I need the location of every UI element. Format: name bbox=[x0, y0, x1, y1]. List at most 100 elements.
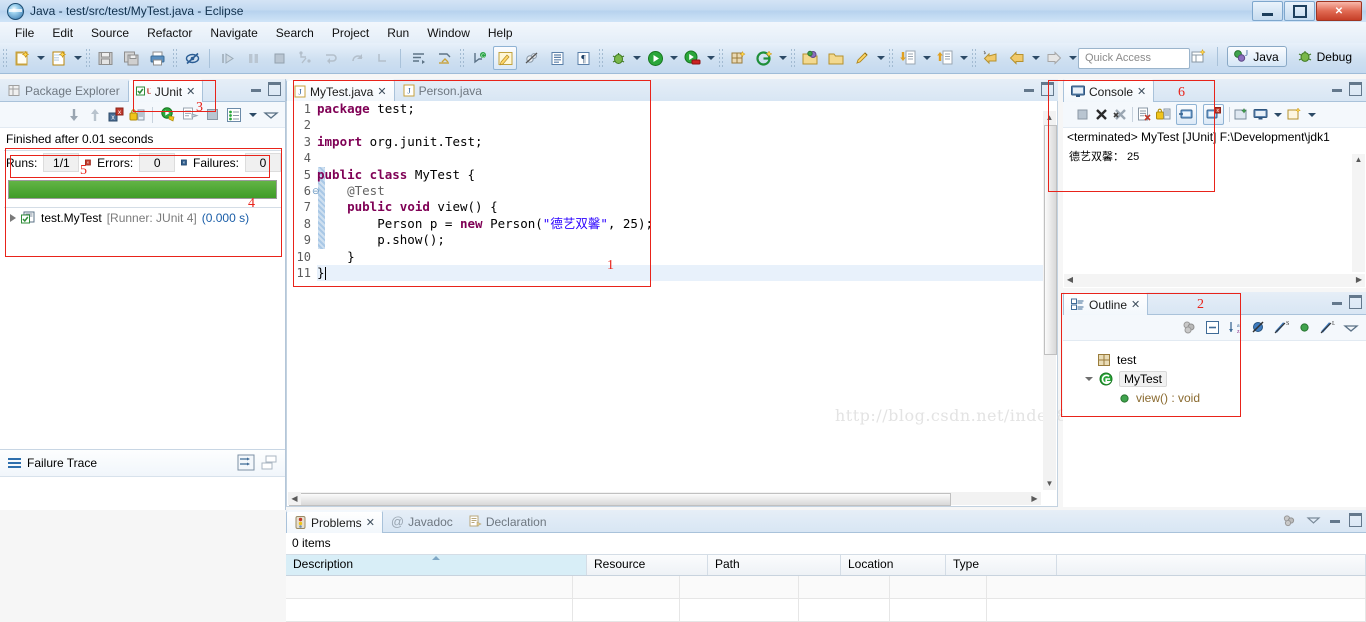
outline-minimize-icon[interactable] bbox=[1332, 299, 1342, 305]
toggle-block-selection-icon[interactable]: ¶ bbox=[571, 46, 595, 70]
save-all-icon[interactable] bbox=[119, 46, 143, 70]
step-into-icon[interactable] bbox=[293, 46, 317, 70]
skip-all-breakpoints-icon[interactable] bbox=[519, 46, 543, 70]
toolbar-grip-7[interactable] bbox=[790, 48, 795, 68]
editor-hscroll-thumb[interactable] bbox=[289, 493, 951, 506]
tab-problems[interactable]: Problems ✕ bbox=[286, 510, 383, 533]
show-console-on-output-icon[interactable] bbox=[1176, 104, 1197, 125]
debug-icon[interactable] bbox=[606, 46, 630, 70]
show-failures-only-icon[interactable]: xx bbox=[108, 107, 124, 123]
step-return-icon[interactable] bbox=[345, 46, 369, 70]
resume-icon[interactable] bbox=[215, 46, 239, 70]
problems-filter-icon[interactable] bbox=[1282, 514, 1297, 527]
editor-vertical-scrollbar[interactable] bbox=[1043, 124, 1057, 490]
rerun-test-icon[interactable] bbox=[160, 106, 177, 123]
menu-edit[interactable]: Edit bbox=[43, 24, 82, 42]
tab-console-close-icon[interactable]: ✕ bbox=[1137, 85, 1146, 98]
run-coverage-icon[interactable] bbox=[680, 46, 704, 70]
outline-view-menu-icon[interactable] bbox=[1343, 322, 1359, 334]
tab-package-explorer[interactable]: Package Explorer bbox=[0, 79, 128, 101]
toolbar-grip-4[interactable] bbox=[459, 48, 464, 68]
editor-scroll-left-icon[interactable]: ◀ bbox=[288, 492, 301, 505]
new-wizard-icon[interactable] bbox=[10, 46, 34, 70]
outline-row-test[interactable]: test bbox=[1063, 351, 1366, 369]
editor-maximize-icon[interactable] bbox=[1041, 82, 1054, 96]
console-scroll-right-icon[interactable]: ▶ bbox=[1354, 275, 1364, 286]
junit-maximize-icon[interactable] bbox=[268, 82, 281, 96]
toolbar-grip-8[interactable] bbox=[888, 48, 893, 68]
next-failure-icon[interactable] bbox=[66, 107, 82, 123]
back-icon[interactable] bbox=[1005, 46, 1029, 70]
suspend-icon[interactable] bbox=[241, 46, 265, 70]
open-type-icon[interactable] bbox=[406, 46, 430, 70]
outline-maximize-icon[interactable] bbox=[1349, 295, 1362, 309]
code-text-area[interactable]: package test; import org.junit.Test; pub… bbox=[317, 101, 1057, 506]
tab-declaration[interactable]: Declaration bbox=[461, 510, 555, 532]
junit-view-menu-icon[interactable] bbox=[263, 109, 279, 121]
tab-outline-close-icon[interactable]: ✕ bbox=[1131, 298, 1140, 311]
junit-tree-expand-icon[interactable] bbox=[10, 214, 16, 222]
new-console-dropdown-icon[interactable] bbox=[1306, 104, 1317, 126]
open-task-icon[interactable] bbox=[432, 46, 456, 70]
display-selected-console-icon[interactable] bbox=[1253, 107, 1268, 122]
console-maximize-icon[interactable] bbox=[1349, 82, 1362, 96]
editor-minimize-icon[interactable] bbox=[1024, 86, 1034, 92]
editor-scroll-down-icon[interactable]: ▼ bbox=[1043, 477, 1056, 490]
tab-problems-close-icon[interactable]: ✕ bbox=[366, 516, 375, 529]
open-perspective-icon[interactable] bbox=[1188, 47, 1208, 67]
toolbar-grip-9[interactable] bbox=[971, 48, 976, 68]
problems-minimize-icon[interactable] bbox=[1330, 517, 1340, 523]
remove-launch-icon[interactable] bbox=[1094, 107, 1109, 122]
menu-help[interactable]: Help bbox=[479, 24, 522, 42]
drop-to-frame-icon[interactable] bbox=[371, 46, 395, 70]
menu-source[interactable]: Source bbox=[82, 24, 138, 42]
toolbar-grip-3[interactable] bbox=[172, 48, 177, 68]
editor-horizontal-scrollbar[interactable] bbox=[288, 492, 1041, 506]
forward-dropdown-icon[interactable] bbox=[1067, 47, 1078, 69]
run-dropdown-icon[interactable] bbox=[668, 47, 679, 69]
toggle-breadcrumb-icon[interactable] bbox=[180, 46, 204, 70]
perspective-java-button[interactable]: J Java bbox=[1227, 46, 1287, 67]
editor-vscroll-thumb[interactable] bbox=[1044, 125, 1057, 355]
open-console-icon[interactable] bbox=[1234, 107, 1249, 122]
toolbar-grip-6[interactable] bbox=[718, 48, 723, 68]
clear-console-icon[interactable] bbox=[1137, 107, 1152, 122]
previous-edit-dropdown-icon[interactable] bbox=[921, 47, 932, 69]
next-annotation-icon[interactable]: C bbox=[467, 46, 491, 70]
save-icon[interactable] bbox=[93, 46, 117, 70]
terminate-toolbar-icon[interactable] bbox=[267, 46, 291, 70]
back-dropdown-icon[interactable] bbox=[1030, 47, 1041, 69]
restore-button[interactable] bbox=[1284, 1, 1315, 21]
junit-tree-row[interactable]: test.MyTest [Runner: JUnit 4] (0.000 s) bbox=[0, 208, 285, 228]
menu-project[interactable]: Project bbox=[323, 24, 378, 42]
table-row[interactable] bbox=[286, 599, 1366, 622]
new-java-project-icon[interactable] bbox=[752, 46, 776, 70]
column-header-path[interactable]: Path bbox=[708, 555, 841, 575]
toolbar-grip-2[interactable] bbox=[85, 48, 90, 68]
next-edit-icon[interactable] bbox=[933, 46, 957, 70]
problems-view-menu-icon[interactable] bbox=[1306, 515, 1321, 526]
menu-file[interactable]: File bbox=[6, 24, 43, 42]
menu-refactor[interactable]: Refactor bbox=[138, 24, 201, 42]
stop-icon[interactable] bbox=[204, 106, 221, 123]
compare-result-icon[interactable] bbox=[237, 454, 255, 474]
column-header-type[interactable]: Type bbox=[946, 555, 1057, 575]
junit-minimize-icon[interactable] bbox=[251, 86, 261, 92]
tab-console[interactable]: Console ✕ bbox=[1063, 79, 1155, 102]
menu-run[interactable]: Run bbox=[378, 24, 418, 42]
step-over-icon[interactable] bbox=[319, 46, 343, 70]
tab-mytest-java[interactable]: J MyTest.java ✕ bbox=[286, 79, 395, 102]
new-java-project-dropdown-icon[interactable] bbox=[777, 47, 788, 69]
sort-icon[interactable]: az bbox=[1228, 320, 1243, 335]
pencil-icon[interactable] bbox=[850, 46, 874, 70]
back-history-icon[interactable] bbox=[979, 46, 1003, 70]
new-package-icon[interactable] bbox=[726, 46, 750, 70]
new-java-class-dropdown-icon[interactable] bbox=[72, 47, 83, 69]
junit-view-menu-down-icon[interactable] bbox=[247, 104, 258, 126]
run-coverage-dropdown-icon[interactable] bbox=[705, 47, 716, 69]
new-java-class-icon[interactable] bbox=[47, 46, 71, 70]
console-scroll-left-icon[interactable]: ◀ bbox=[1065, 275, 1075, 286]
tab-person-java[interactable]: J Person.java bbox=[395, 79, 490, 101]
hide-fields-icon[interactable] bbox=[1251, 320, 1266, 335]
toolbar-grip-5[interactable] bbox=[598, 48, 603, 68]
